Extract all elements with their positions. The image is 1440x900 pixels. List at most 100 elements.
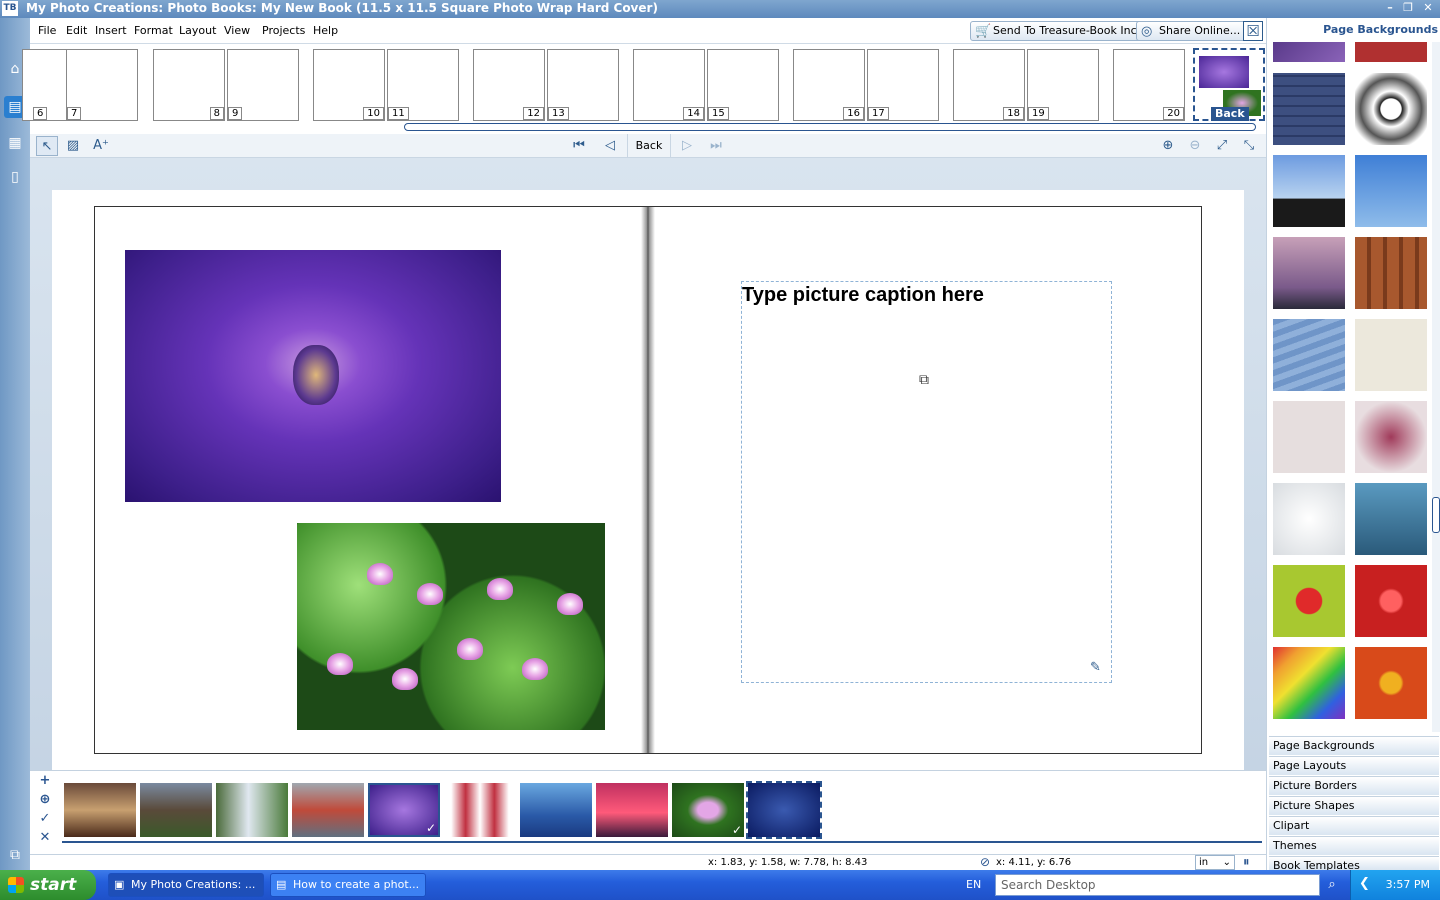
full-screen-icon[interactable]: ⤡ [1238, 136, 1260, 156]
background-thumb[interactable] [1355, 319, 1427, 391]
restore-icon[interactable]: ❐ [1400, 1, 1416, 15]
page-thumb[interactable]: 15 [707, 49, 779, 121]
background-thumb[interactable] [1273, 155, 1345, 227]
panel-scroll-thumb[interactable] [1432, 497, 1440, 533]
tray-photo[interactable] [216, 783, 288, 837]
background-thumb[interactable] [1355, 155, 1427, 227]
menu-layout[interactable]: Layout [179, 24, 216, 37]
taskbar-item-document[interactable]: ▤ How to create a phot... [270, 873, 426, 897]
page-thumb[interactable]: 8 [153, 49, 225, 121]
page-thumb[interactable]: 9 [227, 49, 299, 121]
background-thumb[interactable] [1273, 647, 1345, 719]
language-indicator[interactable]: EN [966, 878, 981, 891]
caption-placeholder[interactable]: Type picture caption here [742, 284, 984, 307]
pause-icon[interactable]: ⏸ [1243, 855, 1250, 870]
start-button[interactable]: start [0, 870, 96, 900]
tray-photo[interactable]: ✓ [672, 783, 744, 837]
add-photo-icon[interactable]: + [38, 773, 52, 788]
page-thumb[interactable]: 17 [867, 49, 939, 121]
category-picture-shapes[interactable]: Picture Shapes [1269, 796, 1439, 815]
tray-photo[interactable] [444, 783, 516, 837]
zoom-in-icon[interactable]: ⊕ [1157, 136, 1179, 156]
select-tool-icon[interactable]: ↖ [36, 136, 58, 156]
tray-arrow-icon[interactable]: ❮ [1359, 876, 1370, 891]
close-window-icon[interactable]: ✕ [1420, 1, 1436, 15]
desktop-search-input[interactable]: Search Desktop [995, 874, 1320, 896]
orchid-photo[interactable] [125, 250, 501, 502]
background-thumb[interactable] [1355, 237, 1427, 309]
page-thumb[interactable]: 19 [1027, 49, 1099, 121]
background-thumb[interactable] [1355, 401, 1427, 473]
tray-photo[interactable] [140, 783, 212, 837]
tray-scrollbar[interactable] [62, 841, 1262, 847]
background-thumb[interactable] [1273, 401, 1345, 473]
category-picture-borders[interactable]: Picture Borders [1269, 776, 1439, 795]
category-page-layouts[interactable]: Page Layouts [1269, 756, 1439, 775]
background-thumb[interactable] [1273, 42, 1345, 62]
page-thumb[interactable]: 13 [547, 49, 619, 121]
close-project-icon[interactable]: ☒ [1243, 21, 1263, 41]
previous-page-icon[interactable]: ◁ [599, 136, 621, 156]
tray-photo[interactable] [746, 781, 822, 839]
page-strip-scrollbar[interactable] [30, 122, 1266, 132]
water-lily-photo[interactable] [297, 523, 605, 730]
taskbar-item-photo-creations[interactable]: ▣ My Photo Creations: ... [108, 873, 264, 897]
background-thumb[interactable] [1355, 73, 1427, 145]
units-select[interactable]: in ⌄ [1195, 855, 1235, 870]
background-thumb[interactable] [1273, 565, 1345, 637]
tray-photo[interactable] [520, 783, 592, 837]
send-to-printer-button[interactable]: 🛒 Send To Treasure-Book Inc [970, 21, 1144, 41]
page-thumb[interactable]: 7 [66, 49, 138, 121]
background-thumb[interactable] [1355, 42, 1427, 62]
link-icon[interactable]: ⧉ [919, 372, 929, 388]
page-thumb[interactable]: 18 [953, 49, 1025, 121]
tray-photo[interactable] [64, 783, 136, 837]
tray-photo[interactable]: ✓ [368, 783, 440, 837]
tray-photo[interactable] [596, 783, 668, 837]
calendar-icon[interactable]: ▦ [4, 132, 26, 154]
background-thumb[interactable] [1273, 73, 1345, 145]
caption-textbox[interactable]: Type picture caption here ⧉ ✎ [741, 281, 1112, 683]
fit-page-icon[interactable]: ⤢ [1211, 136, 1233, 156]
add-picture-icon[interactable]: ▨ [62, 136, 84, 156]
edit-pen-icon[interactable]: ✎ [1090, 660, 1101, 675]
last-page-icon[interactable]: ⏭ [705, 136, 727, 156]
menu-help[interactable]: Help [313, 24, 338, 37]
background-thumb[interactable] [1273, 319, 1345, 391]
page-thumb[interactable]: 12 [473, 49, 545, 121]
menu-file[interactable]: File [38, 24, 56, 37]
menu-view[interactable]: View [224, 24, 250, 37]
menu-format[interactable]: Format [134, 24, 173, 37]
minimize-icon[interactable]: – [1382, 1, 1398, 15]
category-themes[interactable]: Themes [1269, 836, 1439, 855]
first-page-icon[interactable]: ⏮ [568, 136, 590, 156]
menu-projects[interactable]: Projects [262, 24, 305, 37]
category-page-backgrounds[interactable]: Page Backgrounds [1269, 736, 1439, 755]
page-thumb[interactable]: 20 [1113, 49, 1185, 121]
background-thumb[interactable] [1355, 647, 1427, 719]
back-cover-thumb[interactable]: Back [1193, 48, 1265, 121]
page-thumb[interactable]: 16 [793, 49, 865, 121]
page-thumb[interactable]: 11 [387, 49, 459, 121]
current-page-button[interactable]: Back [627, 134, 671, 158]
zoom-out-icon[interactable]: ⊖ [1184, 136, 1206, 156]
search-icon[interactable]: ⌕ [1322, 874, 1342, 896]
panel-scrollbar[interactable] [1432, 42, 1440, 732]
background-thumb[interactable] [1355, 483, 1427, 555]
scroll-thumb[interactable] [404, 123, 1256, 131]
background-thumb[interactable] [1273, 483, 1345, 555]
tray-photo[interactable] [292, 783, 364, 837]
remove-photo-icon[interactable]: ✕ [38, 830, 52, 845]
category-clipart[interactable]: Clipart [1269, 816, 1439, 835]
page-thumb[interactable]: 10 [313, 49, 385, 121]
pages-icon[interactable]: ⧉ [4, 844, 26, 866]
check-icon[interactable]: ✓ [38, 811, 52, 826]
card-icon[interactable]: ▯ [4, 166, 26, 188]
background-thumb[interactable] [1273, 237, 1345, 309]
next-page-icon[interactable]: ▷ [676, 136, 698, 156]
menu-edit[interactable]: Edit [66, 24, 87, 37]
category-book-templates[interactable]: Book Templates [1269, 856, 1439, 872]
add-text-icon[interactable]: A⁺ [90, 136, 112, 156]
share-online-button[interactable]: ◎ Share Online... [1136, 21, 1248, 41]
menu-insert[interactable]: Insert [95, 24, 127, 37]
